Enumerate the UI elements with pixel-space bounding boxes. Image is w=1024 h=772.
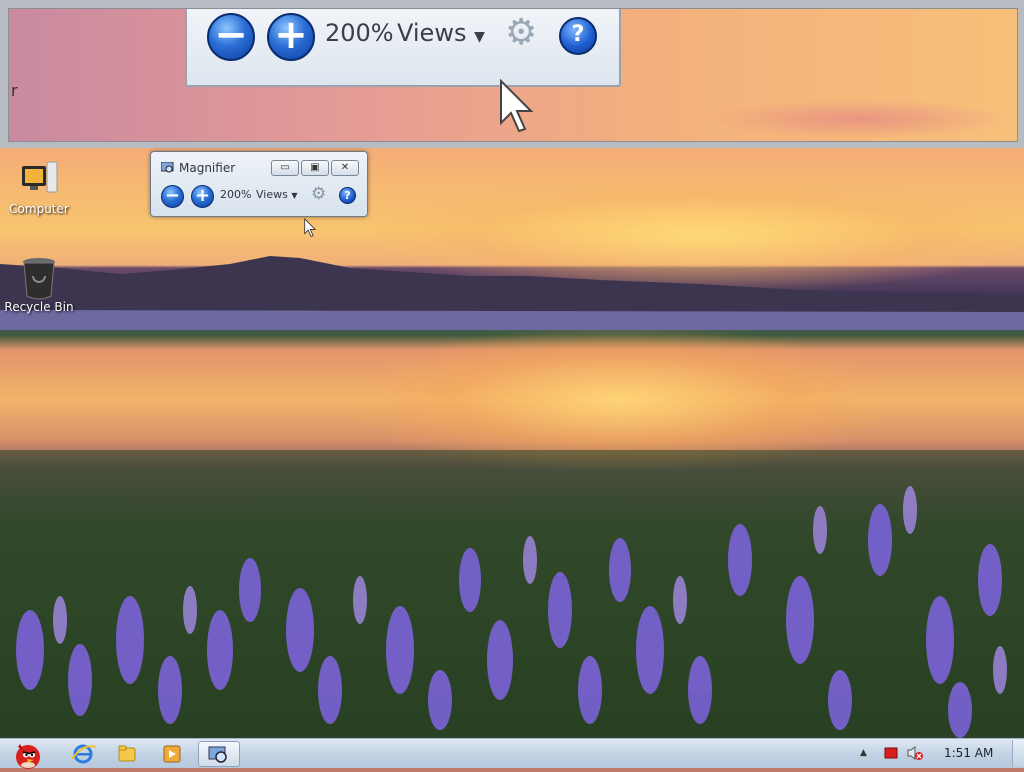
desktop-icon-label: Recycle Bin [4,300,74,314]
magnified-views-label: Views [397,19,467,47]
show-desktop-button[interactable] [1012,740,1024,767]
angry-bird-start-icon [16,744,40,769]
action-center-icon[interactable] [884,746,898,763]
zoom-level: 200% [220,188,252,201]
magnified-zoom-level: 200% [325,19,394,47]
muted-speaker-icon[interactable] [906,745,924,764]
magnified-zoom-in-button: + [267,13,315,61]
magnifier-taskbar-icon [208,746,227,763]
desktop-icon-computer[interactable]: Computer [1,158,77,216]
taskbar: ▲ 1:51 AM [0,738,1024,769]
desktop-icon-label: Computer [9,202,69,216]
magnified-content: r − + 200% Views ▼ ⚙ ? [8,8,1018,142]
taskbar-media-player[interactable] [155,741,189,767]
show-hidden-icons-button[interactable]: ▲ [860,748,867,758]
magnifier-window[interactable]: Magnifier ▭ ▣ ✕ − + 200% Views ▼ ⚙ ? [150,151,368,217]
computer-icon [19,158,59,198]
magnified-cloud [709,99,1009,139]
mountain-silhouette [0,256,1024,330]
zoom-out-button[interactable]: − [161,185,184,208]
gear-icon[interactable]: ⚙ [311,185,326,203]
media-player-icon [163,745,181,763]
recycle-bin-icon [19,256,59,300]
taskbar-windows-explorer[interactable] [110,741,144,767]
magnified-views-menu: Views ▼ [397,19,485,47]
help-icon: ? [559,17,597,55]
water-reflection-glow [360,330,880,470]
mouse-cursor-icon [304,218,317,237]
help-icon[interactable]: ? [339,187,356,204]
zoom-in-button[interactable]: + [191,185,214,208]
taskbar-magnifier[interactable] [198,741,240,767]
window-title: Magnifier [179,161,236,175]
views-label: Views [256,188,288,201]
gear-icon: ⚙ [505,12,538,53]
window-controls: ▭ ▣ ✕ [271,160,359,176]
start-button[interactable] [4,741,50,769]
magnified-zoom-out-button: − [207,13,255,61]
close-button[interactable]: ✕ [331,160,359,176]
taskbar-internet-explorer[interactable] [66,741,100,767]
views-menu[interactable]: Views ▼ [256,188,298,201]
system-clock[interactable]: 1:51 AM [944,746,993,760]
magnified-magnifier-toolbar: − + 200% Views ▼ ⚙ ? [185,9,621,87]
magnified-cursor-icon [500,79,534,133]
maximize-button[interactable]: ▣ [301,160,329,176]
magnified-edge-glyph: r [11,81,18,100]
internet-explorer-icon [71,744,97,764]
lupine-flower-field [0,450,1024,738]
desktop-icon-recycle-bin[interactable]: Recycle Bin [1,256,77,314]
minimize-button[interactable]: ▭ [271,160,299,176]
magnifier-app-icon [161,162,174,173]
magnifier-docked-view: r − + 200% Views ▼ ⚙ ? [0,0,1024,148]
windows-explorer-icon [118,745,136,762]
chevron-down-icon: ▼ [291,191,298,200]
chevron-down-icon: ▼ [474,29,485,45]
